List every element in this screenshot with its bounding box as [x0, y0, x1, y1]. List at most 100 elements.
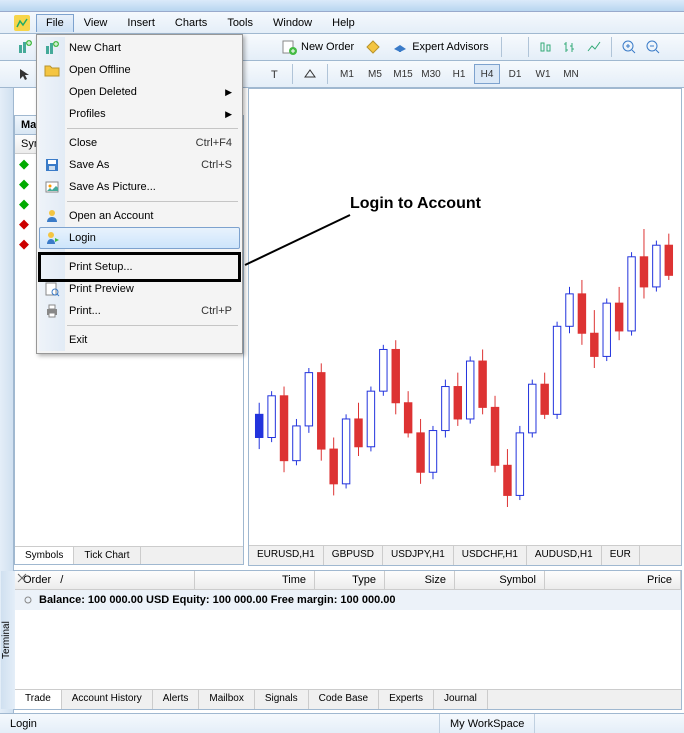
tab-code-base[interactable]: Code Base [309, 690, 379, 709]
tf-h4[interactable]: H4 [474, 64, 500, 84]
node-icon [23, 595, 33, 605]
menu-insert[interactable]: Insert [117, 14, 165, 32]
menu-item-save-as[interactable]: Save As Ctrl+S [39, 154, 240, 176]
candlestick-chart [249, 89, 681, 547]
menu-tools[interactable]: Tools [217, 14, 263, 32]
menu-item-print-setup-[interactable]: Print Setup... [39, 256, 240, 278]
objects-button[interactable] [299, 63, 321, 85]
tab-mailbox[interactable]: Mailbox [199, 690, 254, 709]
file-menu-dropdown: New Chart Open Offline Open Deleted ▶ Profil… [36, 34, 243, 354]
chart-window[interactable]: EURUSD,H1 GBPUSD USDJPY,H1 USDCHF,H1 AUD… [248, 88, 682, 566]
tf-h1[interactable]: H1 [446, 64, 472, 84]
candle-button[interactable] [535, 36, 557, 58]
menu-item-label: Save As [69, 159, 109, 171]
tab-account-history[interactable]: Account History [62, 690, 153, 709]
terminal-side-label: Terminal [1, 571, 15, 709]
tab-alerts[interactable]: Alerts [153, 690, 200, 709]
statusbar: Login My WorkSpace [0, 713, 684, 733]
tf-m15[interactable]: M15 [390, 64, 416, 84]
menu-item-open-deleted[interactable]: Open Deleted ▶ [39, 81, 240, 103]
menu-file[interactable]: File [36, 14, 74, 32]
status-left: Login [0, 714, 440, 733]
tf-d1[interactable]: D1 [502, 64, 528, 84]
chart-tab-gbpusd[interactable]: GBPUSD [324, 546, 383, 565]
line-button[interactable] [583, 36, 605, 58]
shapes-icon [303, 67, 317, 81]
col-size[interactable]: Size [385, 571, 455, 589]
chart-tab-more[interactable]: EUR [602, 546, 640, 565]
menu-help[interactable]: Help [322, 14, 365, 32]
menu-item-exit[interactable]: Exit [39, 329, 240, 351]
text-button[interactable]: T [264, 63, 286, 85]
shortcut-label: Ctrl+P [201, 305, 232, 317]
chart-tab-eurusd[interactable]: EURUSD,H1 [249, 546, 324, 565]
diamond-icon [365, 39, 381, 55]
arrow-up-icon: ◆ [19, 156, 29, 172]
line-icon [586, 39, 602, 55]
menu-item-close[interactable]: Close Ctrl+F4 [39, 132, 240, 154]
col-symbol[interactable]: Symbol [455, 571, 545, 589]
arrow-up-icon: ◆ [19, 196, 29, 212]
status-workspace: My WorkSpace [440, 714, 535, 733]
chart-tab-audusd[interactable]: AUDUSD,H1 [527, 546, 602, 565]
menu-item-label: Open Deleted [69, 86, 137, 98]
tab-signals[interactable]: Signals [255, 690, 309, 709]
menu-window[interactable]: Window [263, 14, 322, 32]
menu-view[interactable]: View [74, 14, 118, 32]
zoom-in-button[interactable] [618, 36, 640, 58]
zoom-out-button[interactable] [642, 36, 664, 58]
chart-icon [44, 40, 60, 56]
menu-item-label: Open Offline [69, 64, 131, 76]
tab-experts[interactable]: Experts [379, 690, 434, 709]
col-type[interactable]: Type [315, 571, 385, 589]
tab-symbols[interactable]: Symbols [15, 547, 74, 564]
tab-tick-chart[interactable]: Tick Chart [74, 547, 140, 564]
new-order-button[interactable]: New Order [275, 39, 360, 55]
tf-m1[interactable]: M1 [334, 64, 360, 84]
col-price[interactable]: Price [545, 571, 681, 589]
close-icon[interactable] [17, 573, 27, 583]
menu-item-save-as-picture-[interactable]: Save As Picture... [39, 176, 240, 198]
menu-item-label: Profiles [69, 108, 106, 120]
zoom-out-icon [645, 39, 661, 55]
zoom-in-icon [621, 39, 637, 55]
tab-journal[interactable]: Journal [434, 690, 488, 709]
shortcut-label: Ctrl+S [201, 159, 232, 171]
order-plus-icon [281, 39, 297, 55]
new-chart-button[interactable] [14, 36, 36, 58]
col-order[interactable]: Order / [15, 571, 195, 589]
menubar: File View Insert Charts Tools Window Hel… [0, 12, 684, 34]
chart-tab-usdjpy[interactable]: USDJPY,H1 [383, 546, 454, 565]
hat-icon [392, 39, 408, 55]
cursor-icon [18, 67, 32, 81]
candle-icon [538, 39, 554, 55]
menu-item-open-offline[interactable]: Open Offline [39, 59, 240, 81]
bar-button[interactable] [559, 36, 581, 58]
autotrading-button[interactable] [362, 36, 384, 58]
menu-item-new-chart[interactable]: New Chart [39, 37, 240, 59]
menu-charts[interactable]: Charts [165, 14, 217, 32]
balance-text: Balance: 100 000.00 USD Equity: 100 000.… [39, 594, 395, 606]
submenu-arrow-icon: ▶ [225, 87, 232, 98]
tf-m5[interactable]: M5 [362, 64, 388, 84]
menu-item-open-an-account[interactable]: Open an Account [39, 205, 240, 227]
cursor-button[interactable] [14, 63, 36, 85]
menu-item-login[interactable]: Login [39, 227, 240, 249]
menu-item-label: Close [69, 137, 97, 149]
tf-w1[interactable]: W1 [530, 64, 556, 84]
user-go-icon [45, 230, 61, 246]
tf-mn[interactable]: MN [558, 64, 584, 84]
menu-item-print-[interactable]: Print...Ctrl+P [39, 300, 240, 322]
menu-item-label: Save As Picture... [69, 181, 156, 193]
tf-m30[interactable]: M30 [418, 64, 444, 84]
tab-trade[interactable]: Trade [15, 690, 62, 709]
menu-item-profiles[interactable]: Profiles▶ [39, 103, 240, 125]
chart-tabs: EURUSD,H1 GBPUSD USDJPY,H1 USDCHF,H1 AUD… [249, 545, 681, 565]
chart-tab-usdchf[interactable]: USDCHF,H1 [454, 546, 527, 565]
col-time[interactable]: Time [195, 571, 315, 589]
balance-row: Balance: 100 000.00 USD Equity: 100 000.… [15, 590, 681, 610]
expert-advisors-button[interactable]: Expert Advisors [386, 39, 494, 55]
terminal-panel: Terminal Order / Time Type Size Symbol P… [14, 570, 682, 710]
shortcut-label: Ctrl+F4 [196, 137, 232, 149]
menu-item-print-preview[interactable]: Print Preview [39, 278, 240, 300]
